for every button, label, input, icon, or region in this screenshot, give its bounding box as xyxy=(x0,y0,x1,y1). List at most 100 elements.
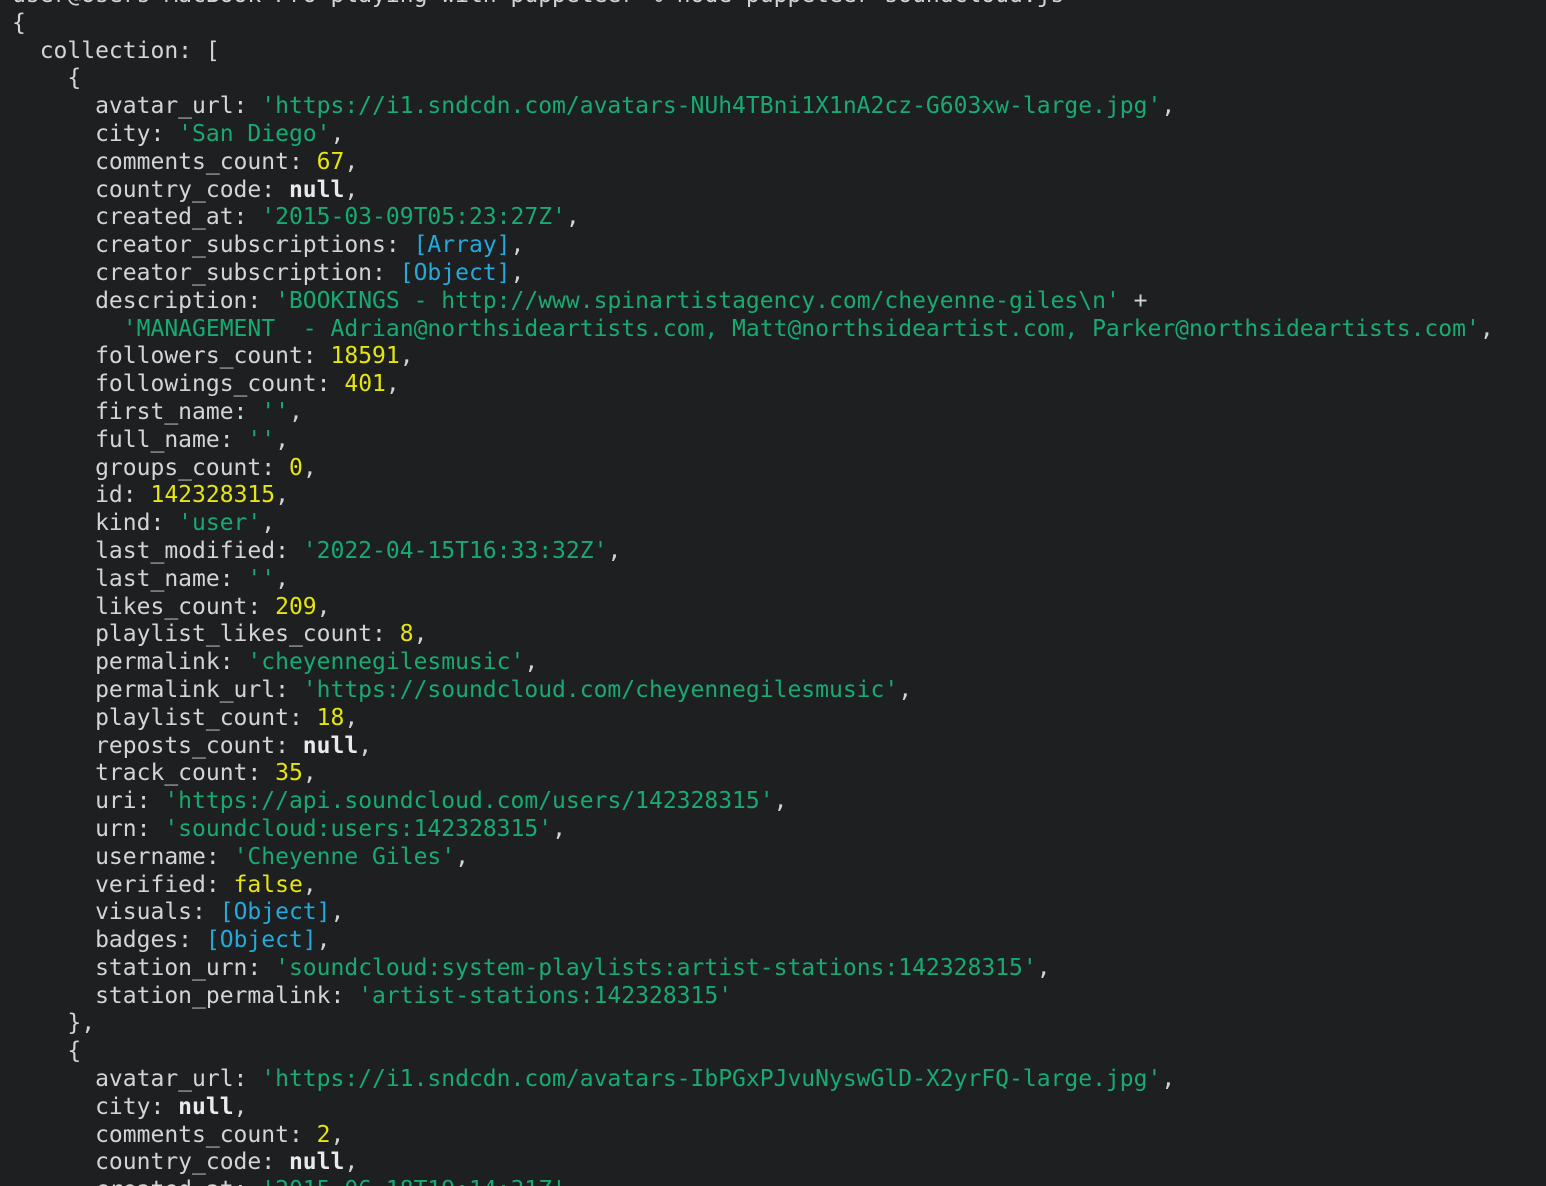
terminal-line: playlist_count: 18, xyxy=(12,705,1546,733)
terminal-token-s: '' xyxy=(261,399,289,425)
terminal-token-p: { xyxy=(12,65,81,91)
terminal-line: username: 'Cheyenne Giles', xyxy=(12,844,1546,872)
terminal-line: description: 'BOOKINGS - http://www.spin… xyxy=(12,288,1546,316)
terminal-token-p: first_name: xyxy=(12,399,261,425)
terminal-token-p: , xyxy=(275,566,289,592)
terminal-token-p: full_name: xyxy=(12,427,247,453)
terminal-output: user@Users-MacBook-Pro playing-with-pupp… xyxy=(0,0,1546,1186)
terminal-token-p: urn: xyxy=(12,816,164,842)
terminal-line: followers_count: 18591, xyxy=(12,343,1546,371)
terminal-line: { xyxy=(12,65,1546,93)
terminal-token-p: country_code: xyxy=(12,177,289,203)
terminal-line: id: 142328315, xyxy=(12,482,1546,510)
terminal-token-p: reposts_count: xyxy=(12,733,303,759)
terminal-token-p: badges: xyxy=(12,927,206,953)
terminal-line: followings_count: 401, xyxy=(12,371,1546,399)
terminal-line: comments_count: 67, xyxy=(12,149,1546,177)
terminal-token-p: created_at: xyxy=(12,204,261,230)
terminal-line: avatar_url: 'https://i1.sndcdn.com/avata… xyxy=(12,93,1546,121)
terminal-token-p: { xyxy=(12,1038,81,1064)
terminal-line: last_modified: '2022-04-15T16:33:32Z', xyxy=(12,538,1546,566)
terminal-token-p: verified: xyxy=(12,872,234,898)
terminal-line: creator_subscription: [Object], xyxy=(12,260,1546,288)
terminal-token-p: , xyxy=(1161,1066,1175,1092)
terminal-token-p: }, xyxy=(12,1010,95,1036)
terminal-token-p: permalink: xyxy=(12,649,247,675)
terminal-token-p: , xyxy=(289,399,303,425)
terminal-token-p: , xyxy=(344,705,358,731)
terminal-token-p: , xyxy=(331,1122,345,1148)
terminal-token-n: 401 xyxy=(344,371,386,397)
terminal-token-p: , xyxy=(455,844,469,870)
terminal-token-s: 'Cheyenne Giles' xyxy=(234,844,456,870)
terminal-token-n: 142328315 xyxy=(150,482,275,508)
terminal-line: 'MANAGEMENT - Adrian@northsideartists.co… xyxy=(12,316,1546,344)
terminal-line: avatar_url: 'https://i1.sndcdn.com/avata… xyxy=(12,1066,1546,1094)
terminal-token-p: , xyxy=(261,510,275,536)
terminal-token-p: visuals: xyxy=(12,899,220,925)
terminal-token-p: station_permalink: xyxy=(12,983,358,1009)
terminal-token-p: , xyxy=(275,482,289,508)
terminal-token-n: 35 xyxy=(275,760,303,786)
terminal-line: permalink: 'cheyennegilesmusic', xyxy=(12,649,1546,677)
terminal-token-p: avatar_url: xyxy=(12,1066,261,1092)
terminal-token-s: 'user' xyxy=(178,510,261,536)
terminal-line: visuals: [Object], xyxy=(12,899,1546,927)
terminal-line: country_code: null, xyxy=(12,1149,1546,1177)
terminal-token-p: last_modified: xyxy=(12,538,303,564)
terminal-token-p: id: xyxy=(12,482,150,508)
terminal-token-n: 18 xyxy=(317,705,345,731)
terminal-token-p: , xyxy=(400,343,414,369)
terminal-token-p: groups_count: xyxy=(12,455,289,481)
terminal-line: groups_count: 0, xyxy=(12,455,1546,483)
terminal-line: last_name: '', xyxy=(12,566,1546,594)
terminal-line: collection: [ xyxy=(12,38,1546,66)
terminal-line: badges: [Object], xyxy=(12,927,1546,955)
terminal-token-s: 'BOOKINGS - http://www.spinartistagency.… xyxy=(275,288,1120,314)
terminal-token-o: [Array] xyxy=(414,232,511,258)
terminal-line: playlist_likes_count: 8, xyxy=(12,621,1546,649)
terminal-token-p: , xyxy=(331,121,345,147)
terminal-token-s: 'https://api.soundcloud.com/users/142328… xyxy=(164,788,773,814)
terminal-token-b: false xyxy=(234,872,303,898)
terminal-token-s: '' xyxy=(247,427,275,453)
terminal-line: created_at: '2015-03-09T05:23:27Z', xyxy=(12,204,1546,232)
terminal-token-p: , xyxy=(275,427,289,453)
terminal-line: created_at: '2015-06-18T19:14:31Z', xyxy=(12,1177,1546,1186)
terminal-token-u: null xyxy=(303,733,358,759)
terminal-line: user@Users-MacBook-Pro playing-with-pupp… xyxy=(12,0,1546,10)
terminal-line: permalink_url: 'https://soundcloud.com/c… xyxy=(12,677,1546,705)
terminal-token-p: followings_count: xyxy=(12,371,344,397)
terminal-token-p: collection: [ xyxy=(12,38,220,64)
terminal-token-p: permalink_url: xyxy=(12,677,303,703)
terminal-token-p: , xyxy=(607,538,621,564)
terminal-token-s: 'cheyennegilesmusic' xyxy=(247,649,524,675)
terminal-line: urn: 'soundcloud:users:142328315', xyxy=(12,816,1546,844)
terminal-token-s: 'artist-stations:142328315' xyxy=(358,983,732,1009)
terminal-token-p: , xyxy=(1480,316,1494,342)
terminal-line: station_permalink: 'artist-stations:1423… xyxy=(12,983,1546,1011)
terminal-token-n: 18591 xyxy=(331,343,400,369)
terminal-token-s: '2015-03-09T05:23:27Z' xyxy=(261,204,566,230)
terminal-token-p: playlist_likes_count: xyxy=(12,621,400,647)
terminal-token-p: , xyxy=(358,733,372,759)
terminal-line: reposts_count: null, xyxy=(12,733,1546,761)
terminal-token-s: '' xyxy=(247,566,275,592)
terminal-token-p: { xyxy=(12,10,26,36)
terminal-token-p: likes_count: xyxy=(12,594,275,620)
terminal-token-p: , xyxy=(234,1094,248,1120)
terminal-token-p: username: xyxy=(12,844,234,870)
terminal-token-n: 0 xyxy=(289,455,303,481)
terminal-line: comments_count: 2, xyxy=(12,1122,1546,1150)
terminal-token-p: , xyxy=(317,594,331,620)
terminal-token-p: country_code: xyxy=(12,1149,289,1175)
terminal-token-p: kind: xyxy=(12,510,178,536)
terminal-token-n: 2 xyxy=(317,1122,331,1148)
terminal-token-p: comments_count: xyxy=(12,1122,317,1148)
terminal-token-p: description: xyxy=(12,288,275,314)
terminal[interactable]: user@Users-MacBook-Pro playing-with-pupp… xyxy=(0,0,1546,1186)
terminal-line: uri: 'https://api.soundcloud.com/users/1… xyxy=(12,788,1546,816)
terminal-token-p: , xyxy=(303,760,317,786)
terminal-token-u: null xyxy=(178,1094,233,1120)
terminal-line: city: 'San Diego', xyxy=(12,121,1546,149)
